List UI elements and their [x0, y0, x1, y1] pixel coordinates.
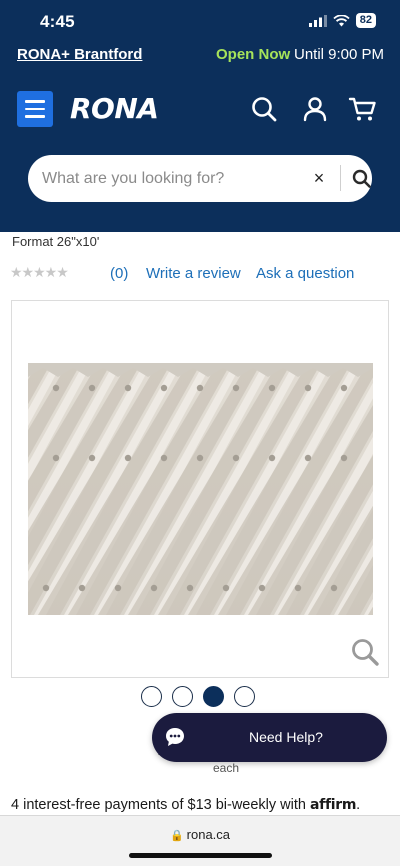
carousel-dot[interactable]	[234, 686, 255, 707]
store-name-link[interactable]: RONA+ Brantford	[17, 46, 142, 63]
store-bar: RONA+ Brantford Open Now Until 9:00 PM	[0, 40, 400, 70]
status-indicators: 82	[308, 13, 376, 28]
home-indicator[interactable]	[129, 853, 272, 858]
rating-stars: ★★★★★	[10, 264, 69, 280]
search-input[interactable]	[42, 155, 282, 202]
account-icon[interactable]	[300, 94, 330, 124]
payment-plan-end: .	[356, 797, 361, 813]
ask-question-link[interactable]: Ask a question	[256, 265, 354, 282]
product-format: Format 26"x10'	[12, 234, 100, 249]
browser-url: rona.ca	[186, 827, 231, 842]
chat-icon	[166, 728, 184, 746]
need-help-label: Need Help?	[249, 729, 323, 745]
affirm-logo[interactable]: affirm	[310, 797, 356, 813]
product-image-carousel[interactable]	[11, 300, 389, 678]
carousel-pagination	[141, 686, 261, 708]
menu-icon-bar	[25, 107, 45, 111]
open-status: Open Now	[216, 46, 291, 63]
menu-button[interactable]	[17, 91, 53, 127]
cart-icon[interactable]	[348, 94, 378, 124]
write-review-link[interactable]: Write a review	[146, 265, 241, 282]
zoom-icon[interactable]	[350, 637, 380, 667]
rating-count-link[interactable]: (0)	[110, 265, 128, 282]
battery-icon: 82	[355, 13, 376, 28]
rating-row: ★★★★★ (0) Write a review Ask a question	[10, 264, 400, 284]
browser-url-bar[interactable]: 🔒 rona.ca	[0, 827, 400, 842]
carousel-dot[interactable]	[141, 686, 162, 707]
price-unit: each	[213, 761, 240, 775]
menu-icon-bar	[25, 115, 45, 118]
browser-bar: 🔒 rona.ca	[0, 815, 400, 866]
search-bar: ×	[28, 155, 372, 202]
signal-icon	[308, 14, 327, 27]
status-time: 4:45	[40, 12, 75, 31]
carousel-dot[interactable]	[172, 686, 193, 707]
main-header: RONA	[0, 88, 400, 132]
payment-plan-description: 4 interest-free payments of $13 bi-weekl…	[11, 797, 310, 813]
lock-icon: 🔒	[169, 830, 184, 842]
carousel-dot-active[interactable]	[203, 686, 224, 707]
rona-logo[interactable]: RONA	[70, 92, 159, 125]
payment-plan-text: 4 interest-free payments of $13 bi-weekl…	[11, 797, 360, 813]
status-bar: 4:45 82	[0, 0, 400, 40]
store-hours: Until 9:00 PM	[294, 46, 385, 63]
need-help-button[interactable]: Need Help?	[152, 713, 387, 762]
top-header-area: 4:45 82 RONA+ Brantford Open Now Until 9…	[0, 0, 400, 232]
product-image[interactable]	[28, 363, 373, 615]
search-submit-icon[interactable]	[350, 167, 374, 191]
search-icon[interactable]	[249, 94, 279, 124]
menu-icon-bar	[25, 100, 45, 103]
wifi-icon	[333, 14, 350, 26]
clear-search-button[interactable]: ×	[308, 166, 330, 190]
search-divider	[340, 165, 341, 191]
